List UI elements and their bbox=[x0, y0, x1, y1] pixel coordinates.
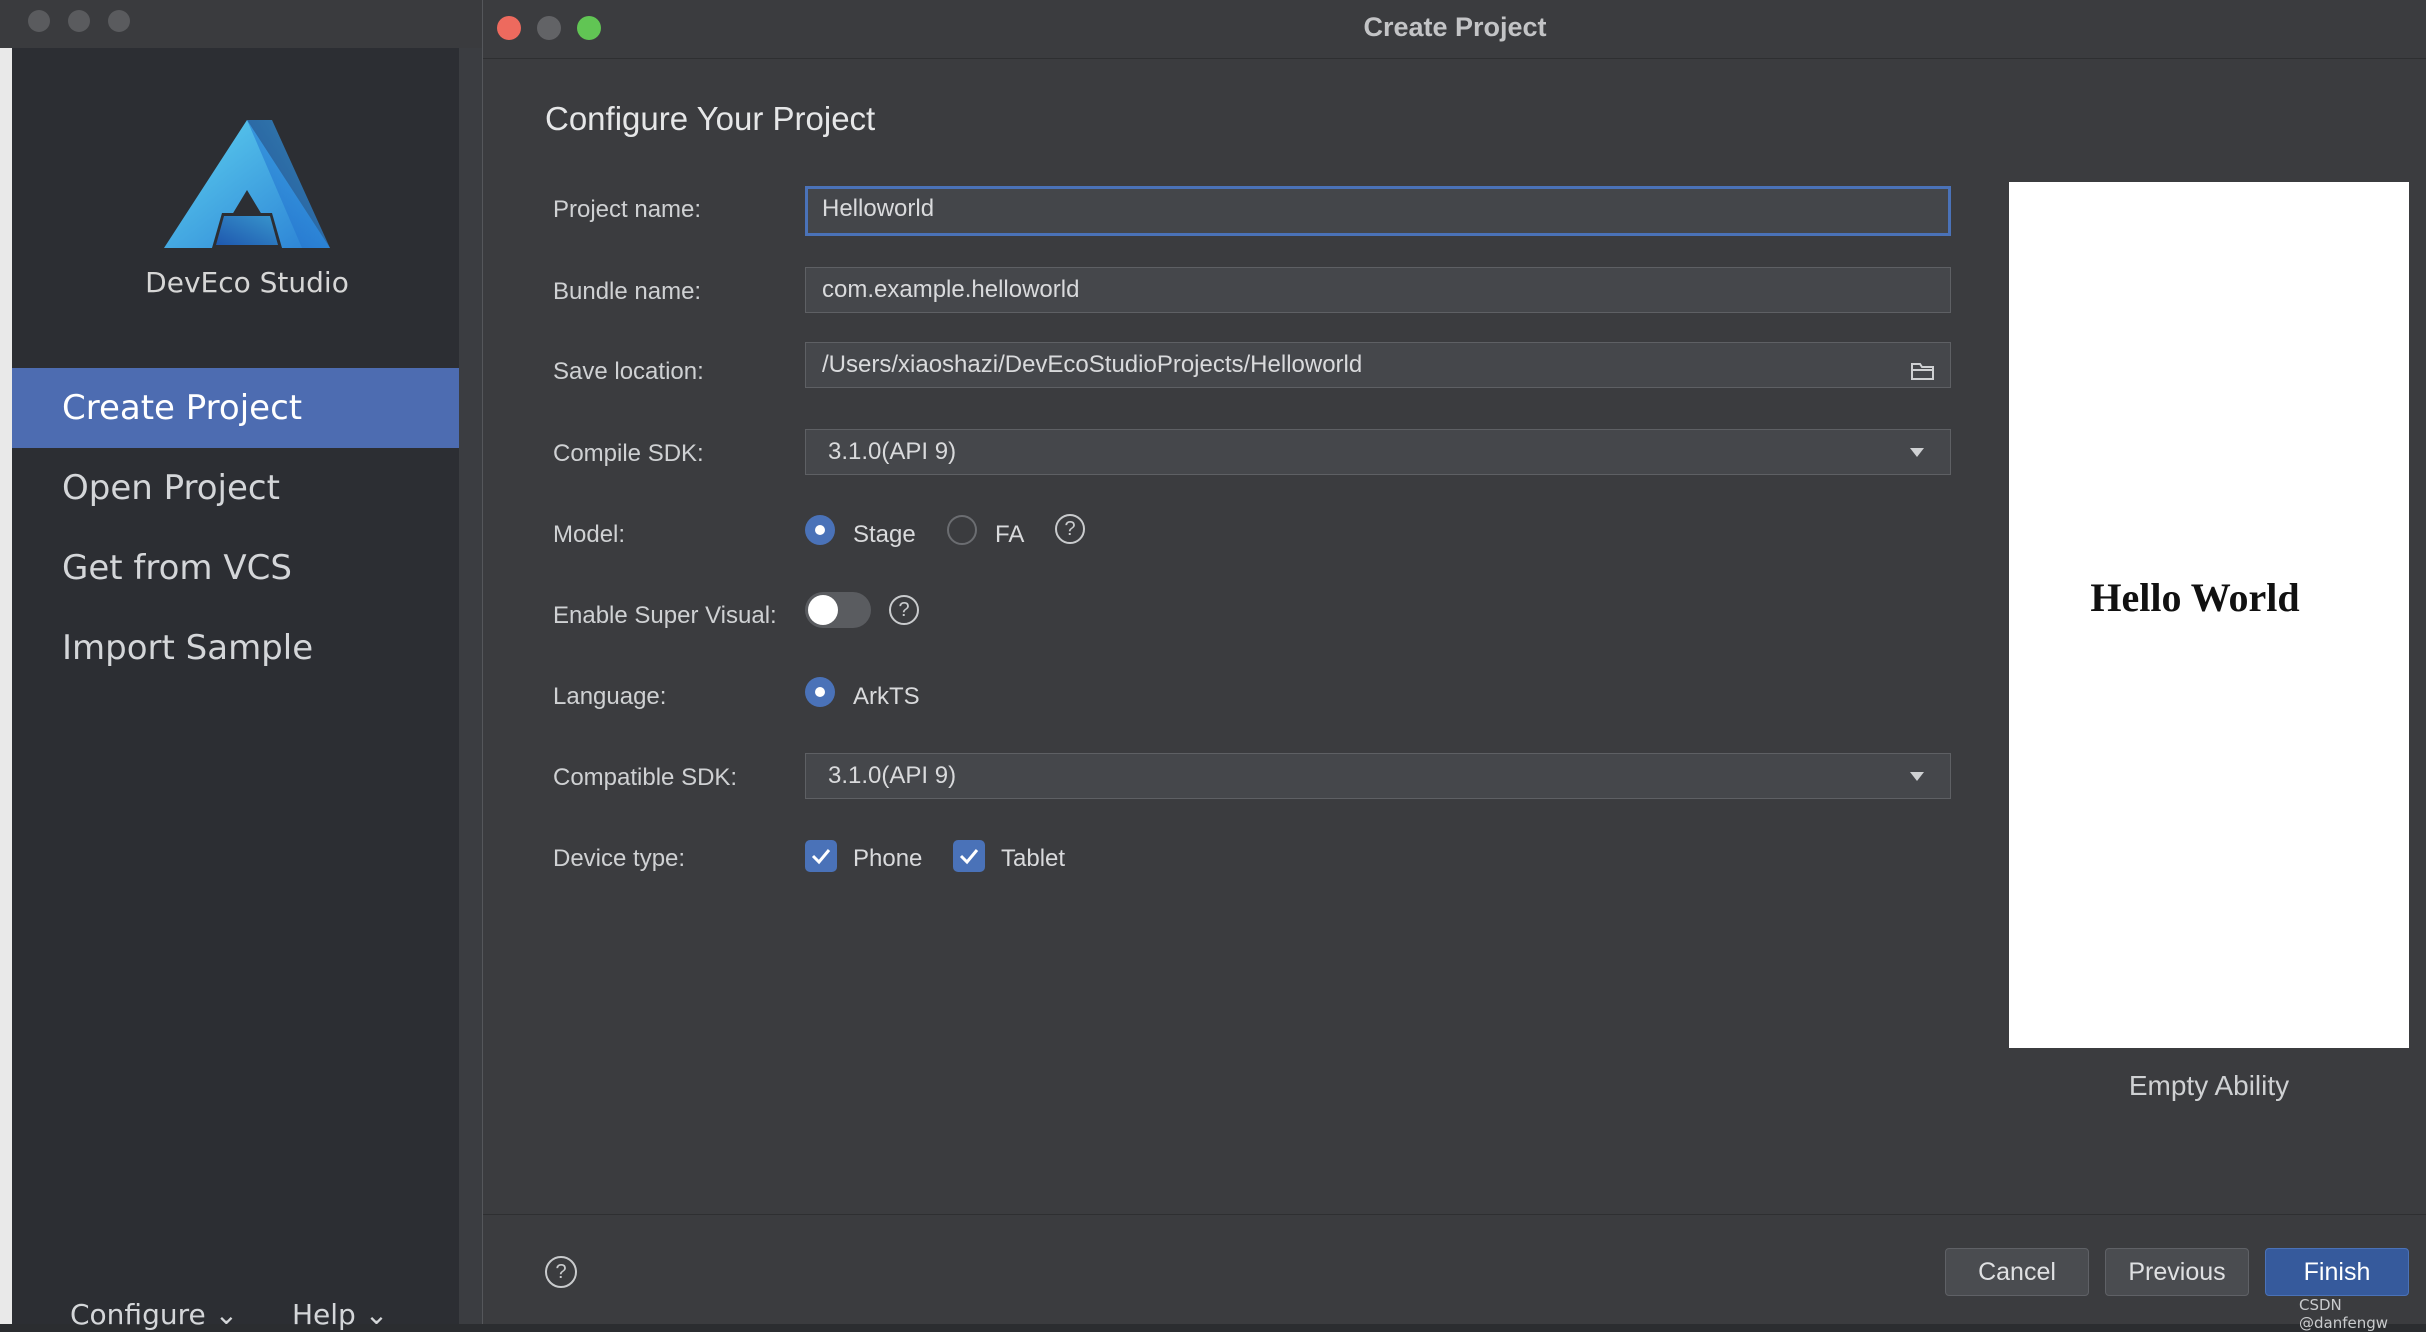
device-type-label: Device type: bbox=[553, 845, 686, 872]
configure-label: Configure bbox=[70, 1298, 206, 1331]
minimize-button[interactable] bbox=[537, 16, 561, 40]
model-help-icon[interactable]: ? bbox=[1055, 514, 1085, 544]
model-stage-radio[interactable] bbox=[805, 515, 835, 545]
background-desktop-strip bbox=[0, 0, 12, 1324]
help-label: Help bbox=[292, 1298, 356, 1331]
finish-button[interactable]: Finish bbox=[2265, 1248, 2409, 1296]
device-tablet-label: Tablet bbox=[1001, 845, 1066, 872]
device-phone-label: Phone bbox=[853, 845, 923, 872]
compile-sdk-value: 3.1.0(API 9) bbox=[828, 438, 957, 465]
model-label: Model: bbox=[553, 521, 626, 548]
welcome-zoom-button[interactable] bbox=[108, 10, 130, 32]
compatible-sdk-select[interactable]: 3.1.0(API 9) bbox=[805, 753, 1951, 799]
device-phone-checkbox[interactable] bbox=[805, 840, 837, 872]
watermark: CSDN @danfengw bbox=[2299, 1296, 2389, 1332]
project-name-label: Project name: bbox=[553, 196, 702, 223]
dropdown-arrow-icon bbox=[1910, 448, 1924, 457]
language-label: Language: bbox=[553, 683, 667, 710]
bundle-name-input[interactable]: com.example.helloworld bbox=[805, 267, 1951, 313]
save-location-value: /Users/xiaoshazi/DevEcoStudioProjects/He… bbox=[822, 351, 1363, 378]
footer-divider bbox=[483, 1214, 2426, 1215]
configure-menu[interactable]: Configure ⌄ bbox=[70, 1298, 238, 1331]
compatible-sdk-value: 3.1.0(API 9) bbox=[828, 762, 957, 789]
close-button[interactable] bbox=[497, 16, 521, 40]
template-preview: Hello World bbox=[2009, 182, 2409, 1048]
dropdown-arrow-icon bbox=[1910, 772, 1924, 781]
welcome-close-button[interactable] bbox=[28, 10, 50, 32]
deveco-logo-icon bbox=[162, 118, 332, 253]
model-fa-radio[interactable] bbox=[947, 515, 977, 545]
compile-sdk-select[interactable]: 3.1.0(API 9) bbox=[805, 429, 1951, 475]
chevron-down-icon: ⌄ bbox=[214, 1298, 239, 1331]
compile-sdk-label: Compile SDK: bbox=[553, 440, 704, 467]
model-fa-label: FA bbox=[995, 521, 1025, 548]
dialog-titlebar: Create Project bbox=[483, 0, 2426, 59]
welcome-titlebar bbox=[0, 0, 482, 48]
welcome-window: DevEco Studio Create Project Open Projec… bbox=[12, 48, 482, 1331]
save-location-input[interactable]: /Users/xiaoshazi/DevEcoStudioProjects/He… bbox=[805, 342, 1951, 388]
folder-icon[interactable] bbox=[1910, 353, 1936, 380]
brand-name: DevEco Studio bbox=[145, 266, 349, 299]
section-title: Configure Your Project bbox=[545, 100, 876, 137]
welcome-minimize-button[interactable] bbox=[68, 10, 90, 32]
super-visual-label: Enable Super Visual: bbox=[553, 602, 777, 629]
previous-button[interactable]: Previous bbox=[2105, 1248, 2249, 1296]
super-visual-toggle[interactable] bbox=[805, 592, 871, 628]
nav-item-open-project[interactable]: Open Project bbox=[12, 448, 459, 528]
project-name-input[interactable]: Helloworld bbox=[805, 186, 1951, 236]
nav-item-create-project[interactable]: Create Project bbox=[12, 368, 459, 448]
template-caption: Empty Ability bbox=[2128, 1070, 2290, 1101]
dialog-title: Create Project bbox=[1363, 12, 1547, 42]
compatible-sdk-label: Compatible SDK: bbox=[553, 764, 738, 791]
cancel-button[interactable]: Cancel bbox=[1945, 1248, 2089, 1296]
model-stage-label: Stage bbox=[853, 521, 916, 548]
language-arkts-radio[interactable] bbox=[805, 677, 835, 707]
language-arkts-label: ArkTS bbox=[853, 683, 920, 710]
bundle-name-label: Bundle name: bbox=[553, 278, 702, 305]
super-visual-help-icon[interactable]: ? bbox=[889, 595, 919, 625]
create-project-dialog: Create Project Configure Your Project Pr… bbox=[482, 0, 2426, 1332]
toggle-knob bbox=[808, 595, 838, 625]
help-menu[interactable]: Help ⌄ bbox=[292, 1298, 388, 1331]
preview-hello-text: Hello World bbox=[2090, 575, 2300, 620]
zoom-button[interactable] bbox=[577, 16, 601, 40]
chevron-down-icon: ⌄ bbox=[364, 1298, 389, 1331]
dialog-help-icon[interactable]: ? bbox=[545, 1256, 577, 1288]
nav-item-import-sample[interactable]: Import Sample bbox=[12, 608, 459, 688]
save-location-label: Save location: bbox=[553, 358, 704, 385]
nav-item-get-from-vcs[interactable]: Get from VCS bbox=[12, 528, 459, 608]
device-tablet-checkbox[interactable] bbox=[953, 840, 985, 872]
window-divider bbox=[459, 48, 482, 1324]
